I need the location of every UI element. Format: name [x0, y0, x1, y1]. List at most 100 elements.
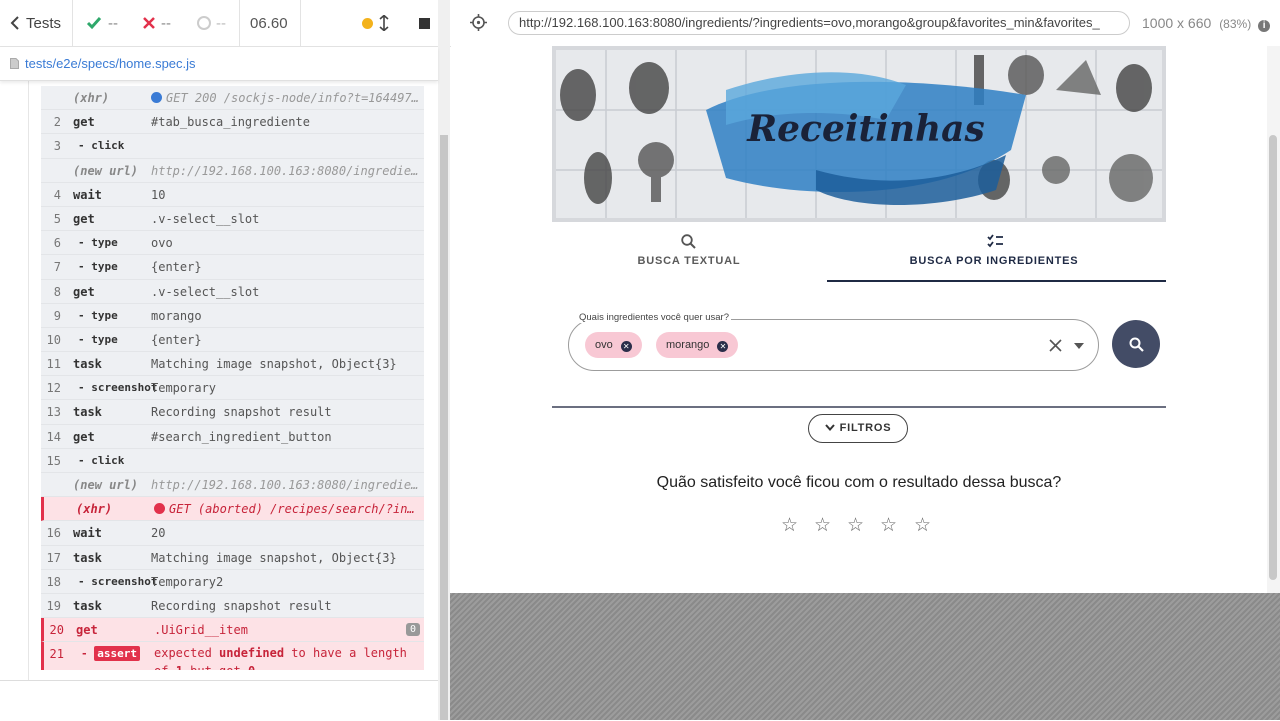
command-row[interactable]: 15 - click [41, 448, 424, 473]
assert-text: undefined [219, 646, 285, 661]
filters-button[interactable]: FILTROS [808, 414, 908, 443]
chip-morango[interactable]: morango ✕ [656, 332, 739, 358]
assert-text: 0 [248, 664, 255, 670]
failed-command-row[interactable]: 20 get .UiGrid__item 0 [41, 618, 424, 643]
info-icon[interactable]: i [1258, 20, 1271, 32]
passed-stat: -- [86, 0, 118, 46]
divider [552, 406, 1166, 408]
command-message: GET 200 /sockjs-node/info?t=164497... [151, 91, 420, 105]
command-row[interactable]: 18 - screenshot Temporary2 [41, 569, 424, 594]
command-row[interactable]: 4 wait 10 [41, 182, 424, 207]
command-number: 13 [46, 405, 61, 420]
clear-icon[interactable] [1049, 339, 1062, 352]
command-row[interactable]: 19 task Recording snapshot result [41, 593, 424, 619]
command-row[interactable]: 8 get .v-select__slot [41, 279, 424, 304]
command-name: (xhr) [76, 502, 113, 517]
command-message-text: Matching image snapshot, Object{3} [151, 357, 397, 372]
command-message: http://192.168.100.163:8080/ingredients/… [151, 478, 420, 492]
command-message: {enter} [151, 260, 420, 274]
selector-playground-icon[interactable] [470, 14, 487, 31]
app-scrollbar[interactable] [1269, 135, 1277, 580]
command-name: get [73, 429, 95, 444]
command-message: Matching image snapshot, Object{3} [151, 357, 420, 371]
rating-stars: ☆ ☆ ☆ ☆ ☆ [781, 514, 941, 538]
command-row[interactable]: 3 - click [41, 134, 424, 159]
command-message-text: #tab_busca_ingrediente [151, 115, 310, 130]
command-number: 15 [46, 453, 61, 468]
command-number: 11 [46, 357, 61, 372]
url-bar[interactable]: http://192.168.100.163:8080/ingredients/… [508, 11, 1130, 35]
command-row[interactable]: 14 get #search_ingredient_button [41, 424, 424, 449]
command-message: #tab_busca_ingrediente [151, 115, 420, 129]
command-message: #search_ingredient_button [151, 430, 420, 444]
status-dot-icon [154, 503, 165, 515]
vertical-arrows-icon [379, 15, 389, 31]
search-tabs: BUSCA TEXTUAL BUSCA POR INGREDIENTES [552, 222, 1166, 284]
running-indicator [362, 0, 373, 46]
command-row[interactable]: 13 task Recording snapshot result [41, 400, 424, 425]
command-number: 5 [53, 211, 61, 226]
star-4-icon[interactable]: ☆ [880, 514, 897, 537]
status-dot-icon [362, 17, 373, 29]
command-number: 21 [49, 647, 64, 662]
command-row[interactable]: (new url) http://192.168.100.163:8080/ing… [41, 473, 424, 498]
command-row[interactable]: (new url) http://192.168.100.163:8080/ing… [41, 158, 424, 183]
star-3-icon[interactable]: ☆ [847, 514, 864, 537]
command-name: - type [78, 332, 118, 346]
assert-badge: assert [94, 646, 140, 662]
close-icon[interactable]: ✕ [620, 341, 632, 352]
aut-background [450, 593, 1280, 720]
stop-button[interactable] [419, 0, 430, 46]
dropdown-arrow-icon[interactable] [1074, 343, 1084, 349]
passed-count: -- [108, 14, 118, 32]
command-row[interactable]: 12 - screenshot Temporary [41, 376, 424, 401]
tab-busca-textual[interactable]: BUSCA TEXTUAL [552, 222, 826, 282]
command-row[interactable]: 11 task Matching image snapshot, Object{3} [41, 352, 424, 377]
command-row[interactable]: 10 - type {enter} [41, 327, 424, 353]
star-5-icon[interactable]: ☆ [914, 514, 931, 537]
close-icon[interactable]: ✕ [717, 341, 729, 352]
spec-path-link[interactable]: tests/e2e/specs/home.spec.js [25, 56, 196, 71]
command-message-text: morango [151, 308, 202, 323]
command-row[interactable]: 2 get #tab_busca_ingrediente [41, 110, 424, 135]
command-row[interactable]: 7 - type {enter} [41, 255, 424, 280]
chip-ovo[interactable]: ovo ✕ [585, 332, 642, 358]
command-name: - assert [81, 646, 140, 662]
tab-label: BUSCA TEXTUAL [637, 255, 741, 267]
command-message: Recording snapshot result [151, 599, 420, 613]
failed-stat: -- [143, 0, 171, 46]
search-icon [681, 234, 696, 249]
command-message-text: Matching image snapshot, Object{3} [151, 550, 397, 565]
reporter-scrollbar[interactable] [440, 135, 448, 720]
command-row[interactable]: 6 - type ovo [41, 231, 424, 256]
command-message: 20 [151, 526, 420, 540]
command-row[interactable]: (xhr) GET (aborted) /recipes/search/?ing.… [41, 497, 424, 522]
ingredients-select[interactable]: ovo ✕ morango ✕ [568, 319, 1099, 371]
command-message: .v-select__slot [151, 285, 420, 299]
command-number: 20 [49, 623, 64, 638]
command-row[interactable]: 5 get .v-select__slot [41, 206, 424, 232]
command-message-text: Temporary2 [151, 574, 224, 589]
command-message-text: .v-select__slot [151, 284, 260, 299]
assert-text: 1 [176, 664, 183, 670]
tests-label: Tests [26, 14, 62, 32]
command-row[interactable]: 9 - type morango [41, 303, 424, 328]
command-number: 3 [53, 139, 61, 154]
element-count-badge: 0 [406, 623, 420, 637]
star-1-icon[interactable]: ☆ [781, 514, 798, 537]
command-row[interactable]: (xhr) GET 200 /sockjs-node/info?t=164497.… [41, 86, 424, 111]
search-icon [1129, 337, 1144, 352]
tab-busca-por-ingredientes[interactable]: BUSCA POR INGREDIENTES [857, 222, 1131, 282]
command-message: .v-select__slot [151, 212, 420, 226]
failed-assert-row[interactable]: 21 - assert expected undefined to have a l… [41, 642, 424, 670]
command-row[interactable]: 17 task Matching image snapshot, Object{3} [41, 545, 424, 570]
app-under-test: Receitinhas BUSCA TEXTUAL BUSCA POR INGR… [451, 46, 1267, 593]
command-message-text: Temporary [151, 381, 217, 396]
check-icon [86, 17, 102, 30]
search-ingredient-button[interactable] [1112, 320, 1160, 368]
auto-scroll-toggle[interactable] [379, 0, 389, 46]
command-row[interactable]: 16 wait 20 [41, 521, 424, 546]
back-to-tests-button[interactable]: Tests [10, 0, 61, 46]
chevron-left-icon [10, 16, 19, 30]
star-2-icon[interactable]: ☆ [814, 514, 831, 537]
